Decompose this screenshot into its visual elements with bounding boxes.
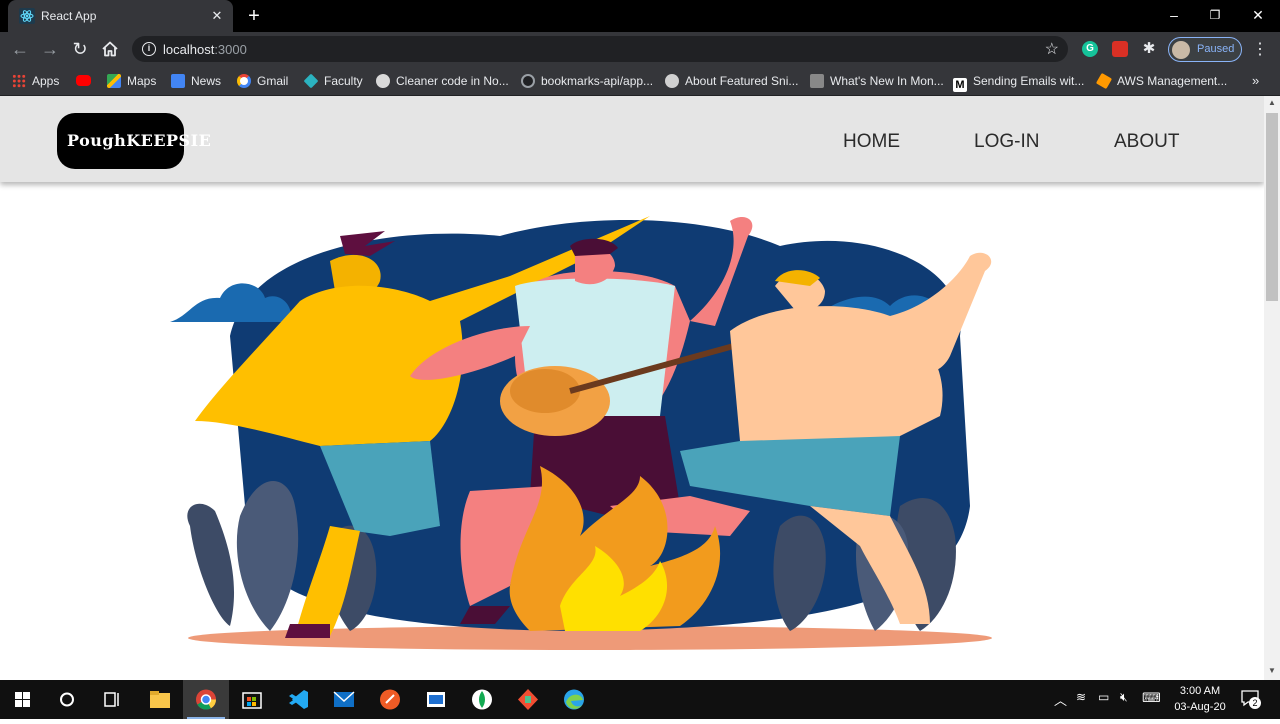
extensions-puzzle-icon[interactable]: ✱ — [1141, 41, 1157, 57]
task-view-icon[interactable] — [89, 680, 135, 719]
cleaner-code-icon — [376, 74, 390, 88]
mail-icon[interactable] — [321, 680, 367, 719]
bookmark-cleaner-code[interactable]: Cleaner code in No... — [376, 72, 509, 90]
page-scrollbar[interactable]: ▲ ▼ — [1264, 96, 1280, 680]
home-icon[interactable] — [100, 39, 120, 59]
scroll-thumb[interactable] — [1266, 113, 1278, 301]
bookmark-maps[interactable]: Maps — [107, 72, 156, 90]
profile-button[interactable]: Paused — [1168, 37, 1242, 62]
github-icon — [521, 74, 535, 88]
url-text[interactable]: localhost:3000 — [163, 42, 247, 57]
bookmark-news[interactable]: News — [171, 72, 221, 90]
git-icon[interactable] — [505, 680, 551, 719]
extension-icon[interactable] — [1112, 41, 1128, 57]
new-tab-button[interactable]: + — [243, 5, 265, 27]
notification-count-badge: 2 — [1249, 697, 1261, 709]
scroll-up-arrow-icon[interactable]: ▲ — [1264, 98, 1280, 110]
bookmark-mongo[interactable]: What's New In Mon... — [810, 72, 944, 90]
browser-titlebar: React App ✕ + – ❐ ✕ — [0, 0, 1280, 32]
wifi-icon[interactable]: ≋ — [1076, 690, 1086, 704]
clock-date: 03-Aug-20 — [1174, 701, 1226, 713]
profile-status: Paused — [1197, 43, 1235, 55]
bookmark-star-icon[interactable]: ☆ — [1045, 39, 1059, 59]
bookmarks-bar: Apps Maps News Gmail Faculty Cleaner cod… — [0, 66, 1280, 96]
forward-button[interactable]: → — [39, 38, 61, 60]
keyboard-icon[interactable]: ⌨ — [1142, 690, 1161, 706]
system-clock[interactable]: 3:00 AM 03-Aug-20 — [1170, 683, 1230, 715]
file-explorer-icon[interactable] — [137, 680, 183, 719]
nav-home-link[interactable]: HOME — [843, 131, 900, 153]
browser-tab[interactable]: React App ✕ — [8, 0, 233, 32]
tab-title: React App — [41, 9, 97, 23]
chrome-icon — [196, 689, 217, 710]
address-bar[interactable]: i localhost:3000 ☆ — [132, 36, 1068, 62]
mongodb-compass-icon[interactable] — [459, 680, 505, 719]
grammarly-icon[interactable]: G — [1082, 41, 1098, 57]
close-window-button[interactable]: ✕ — [1236, 0, 1280, 30]
bookmark-apps[interactable]: Apps — [12, 72, 59, 90]
bookmark-github[interactable]: bookmarks-api/app... — [521, 72, 653, 90]
globe-icon — [665, 74, 679, 88]
tab-close-icon[interactable]: ✕ — [208, 7, 226, 25]
site-info-icon[interactable]: i — [142, 42, 156, 56]
youtube-icon — [76, 75, 91, 86]
cortana-icon[interactable] — [44, 680, 90, 719]
nav-about-link[interactable]: ABOUT — [1114, 131, 1179, 153]
chrome-taskbar-button[interactable] — [183, 680, 229, 719]
maximize-button[interactable]: ❐ — [1193, 0, 1237, 30]
store-icon[interactable] — [229, 680, 275, 719]
scroll-down-arrow-icon[interactable]: ▼ — [1264, 666, 1280, 678]
hero-illustration — [170, 216, 1010, 650]
maps-icon — [107, 74, 121, 88]
minimize-button[interactable]: – — [1152, 0, 1196, 30]
windows-start-icon[interactable] — [0, 680, 46, 719]
clock-time: 3:00 AM — [1179, 685, 1221, 697]
browser-toolbar: ← → ↻ i localhost:3000 ☆ G ✱ Paused ⋮ — [0, 32, 1280, 66]
volume-muted-icon[interactable]: 🔇︎ — [1120, 690, 1128, 705]
page-viewport: PoughKEEPSIE HOME LOG-IN ABOUT — [0, 96, 1264, 680]
battery-icon[interactable]: ▭ — [1098, 690, 1109, 704]
react-icon — [19, 8, 35, 24]
medium-icon: M — [953, 78, 967, 92]
bookmark-aws[interactable]: AWS Management... — [1095, 72, 1227, 90]
tray-overflow-icon[interactable]: ︿ — [1054, 690, 1067, 709]
site-header: PoughKEEPSIE HOME LOG-IN ABOUT — [0, 96, 1264, 182]
bookmark-featured-snippets[interactable]: About Featured Sni... — [665, 72, 798, 90]
google-icon — [237, 74, 251, 88]
edge-icon[interactable] — [551, 680, 597, 719]
mongo-icon — [810, 74, 824, 88]
site-logo[interactable]: PoughKEEPSIE — [57, 113, 211, 169]
nav-login-link[interactable]: LOG-IN — [974, 131, 1039, 153]
avatar — [1172, 41, 1190, 59]
news-icon — [171, 74, 185, 88]
bookmark-youtube[interactable] — [76, 72, 97, 90]
bookmark-gmail[interactable]: Gmail — [237, 72, 288, 90]
windows-taskbar: ︿ ≋ ▭ 🔇︎ ⌨ 3:00 AM 03-Aug-20 2 — [0, 680, 1280, 719]
apps-grid-icon — [12, 74, 26, 88]
notifications-icon[interactable]: 2 — [1240, 689, 1262, 709]
bookmarks-overflow-icon[interactable]: » — [1252, 72, 1259, 90]
faculty-icon — [303, 73, 319, 89]
bookmark-medium[interactable]: M Sending Emails wit... — [953, 72, 1084, 92]
back-button[interactable]: ← — [9, 38, 31, 60]
vscode-icon[interactable] — [275, 680, 321, 719]
logo-text: PoughKEEPSIE — [67, 131, 212, 150]
aws-icon — [1095, 72, 1113, 90]
bookmark-faculty[interactable]: Faculty — [303, 72, 363, 90]
postman-icon[interactable] — [367, 680, 413, 719]
app-icon[interactable] — [413, 680, 459, 719]
browser-menu-icon[interactable]: ⋮ — [1252, 39, 1268, 59]
reload-button[interactable]: ↻ — [69, 38, 91, 60]
